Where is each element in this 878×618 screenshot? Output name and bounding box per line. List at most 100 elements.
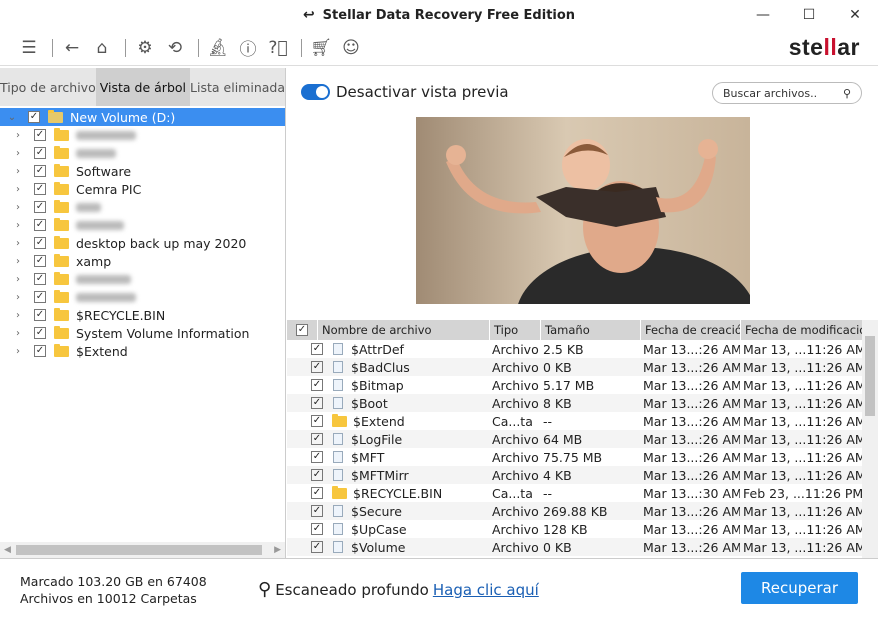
row-checkbox[interactable]: ✓ (311, 379, 323, 391)
tree-node[interactable]: › ✓ Cemra PIC (0, 180, 285, 198)
table-row[interactable]: ✓ $AttrDef Archivo 2.5 KB Mar 13...:26 AM Mar… (287, 340, 878, 358)
tree-node-label: $RECYCLE.BIN (76, 307, 166, 323)
tree-checkbox[interactable]: ✓ (34, 273, 46, 285)
tree-node[interactable]: ⌄ ✓ New Volume (D:) (0, 108, 285, 126)
file-icon (333, 397, 343, 409)
resume-recovery-icon[interactable]: ⟲ (162, 35, 188, 61)
chevron-right-icon[interactable]: › (10, 202, 26, 213)
row-checkbox[interactable]: ✓ (311, 397, 323, 409)
table-row[interactable]: ✓ $RECYCLE.BIN Ca...ta -- Mar 13...:30 AM Feb… (287, 484, 878, 502)
table-row[interactable]: ✓ $Boot Archivo 8 KB Mar 13...:26 AM Mar 13, … (287, 394, 878, 412)
chevron-right-icon[interactable]: › (10, 220, 26, 231)
cart-icon[interactable]: 🛒︎ (308, 35, 334, 61)
column-created[interactable]: Fecha de creación (640, 320, 740, 340)
tree-checkbox[interactable]: ✓ (34, 219, 46, 231)
tab-tree-view[interactable]: Vista de árbol (95, 68, 191, 106)
close-button[interactable]: ✕ (832, 0, 878, 30)
chevron-right-icon[interactable]: › (10, 310, 26, 321)
select-all-checkbox[interactable]: ✓ (296, 324, 308, 336)
tree-checkbox[interactable]: ✓ (34, 201, 46, 213)
info-icon[interactable]: ⓘ (235, 35, 261, 61)
tree-checkbox[interactable]: ✓ (34, 327, 46, 339)
microscope-icon[interactable]: 🔬︎ (205, 35, 231, 61)
tree-node[interactable]: › ✓ (0, 198, 285, 216)
row-checkbox[interactable]: ✓ (311, 415, 323, 427)
table-row[interactable]: ✓ $LogFile Archivo 64 MB Mar 13...:26 AM Mar … (287, 430, 878, 448)
row-checkbox[interactable]: ✓ (311, 343, 323, 355)
tree-node[interactable]: › ✓ (0, 288, 285, 306)
tree-node[interactable]: › ✓ Software (0, 162, 285, 180)
tree-checkbox[interactable]: ✓ (34, 147, 46, 159)
help-icon[interactable]: ?⃝ (265, 35, 291, 61)
table-row[interactable]: ✓ $MFT Archivo 75.75 MB Mar 13...:26 AM Mar 1… (287, 448, 878, 466)
table-row[interactable]: ✓ $UpCase Archivo 128 KB Mar 13...:26 AM Mar … (287, 520, 878, 538)
chevron-right-icon[interactable]: › (10, 130, 26, 141)
tree-checkbox[interactable]: ✓ (34, 345, 46, 357)
search-icon[interactable]: ⚲ (843, 87, 851, 100)
row-checkbox[interactable]: ✓ (311, 487, 323, 499)
row-checkbox[interactable]: ✓ (311, 523, 323, 535)
maximize-button[interactable]: ☐ (786, 0, 832, 30)
tree-node[interactable]: › ✓ (0, 270, 285, 288)
column-name[interactable]: Nombre de archivo (317, 320, 489, 340)
table-row[interactable]: ✓ $MFTMirr Archivo 4 KB Mar 13...:26 AM Mar 1… (287, 466, 878, 484)
home-icon[interactable]: ⌂ (89, 35, 115, 61)
chevron-down-icon[interactable]: ⌄ (4, 112, 20, 123)
back-icon[interactable]: ← (59, 35, 85, 61)
tree-node[interactable]: › ✓ System Volume Information (0, 324, 285, 342)
tree-checkbox[interactable]: ✓ (34, 129, 46, 141)
folder-icon (54, 253, 69, 267)
table-row[interactable]: ✓ $Volume Archivo 0 KB Mar 13...:26 AM Mar 13… (287, 538, 878, 556)
horizontal-scrollbar[interactable]: ◀ ▶ (0, 542, 285, 558)
row-checkbox[interactable]: ✓ (311, 469, 323, 481)
tree-checkbox[interactable]: ✓ (28, 111, 40, 123)
table-row[interactable]: ✓ $Bitmap Archivo 5.17 MB Mar 13...:26 AM Mar… (287, 376, 878, 394)
minimize-button[interactable]: — (740, 0, 786, 30)
tree-checkbox[interactable]: ✓ (34, 255, 46, 267)
recover-button[interactable]: Recuperar (741, 572, 858, 604)
tree-checkbox[interactable]: ✓ (34, 165, 46, 177)
row-checkbox[interactable]: ✓ (311, 451, 323, 463)
chevron-right-icon[interactable]: › (10, 346, 26, 357)
chevron-right-icon[interactable]: › (10, 166, 26, 177)
user-icon[interactable]: ☺ (338, 35, 364, 61)
table-row[interactable]: ✓ $BadClus Archivo 0 KB Mar 13...:26 AM Mar 1… (287, 358, 878, 376)
tree-checkbox[interactable]: ✓ (34, 183, 46, 195)
tab-deleted-list[interactable]: Lista eliminada (190, 68, 285, 106)
tree-node[interactable]: › ✓ xamp (0, 252, 285, 270)
chevron-right-icon[interactable]: › (10, 292, 26, 303)
tree-node[interactable]: › ✓ (0, 126, 285, 144)
file-table: ✓ Nombre de archivo Tipo Tamaño Fecha de… (287, 320, 878, 558)
chevron-right-icon[interactable]: › (10, 274, 26, 285)
preview-toggle[interactable] (301, 84, 330, 100)
tree-checkbox[interactable]: ✓ (34, 237, 46, 249)
tree-node[interactable]: › ✓ (0, 144, 285, 162)
chevron-right-icon[interactable]: › (10, 184, 26, 195)
menu-icon[interactable]: ☰ (16, 35, 42, 61)
tree-checkbox[interactable]: ✓ (34, 309, 46, 321)
tree-node[interactable]: › ✓ $RECYCLE.BIN (0, 306, 285, 324)
row-checkbox[interactable]: ✓ (311, 361, 323, 373)
table-row[interactable]: ✓ $Secure Archivo 269.88 KB Mar 13...:26 AM M… (287, 502, 878, 520)
tree-node[interactable]: › ✓ $Extend (0, 342, 285, 360)
table-row[interactable]: ✓ $Extend Ca...ta -- Mar 13...:26 AM Mar 13, … (287, 412, 878, 430)
vertical-scrollbar[interactable] (862, 320, 878, 558)
row-checkbox[interactable]: ✓ (311, 433, 323, 445)
row-checkbox[interactable]: ✓ (311, 505, 323, 517)
row-checkbox[interactable]: ✓ (311, 541, 323, 553)
search-input[interactable]: Buscar archivos.. ⚲ (712, 82, 862, 104)
chevron-right-icon[interactable]: › (10, 238, 26, 249)
deep-scan-link[interactable]: Haga clic aquí (433, 581, 539, 599)
chevron-right-icon[interactable]: › (10, 256, 26, 267)
tree-node[interactable]: › ✓ desktop back up may 2020 (0, 234, 285, 252)
tree-node[interactable]: › ✓ (0, 216, 285, 234)
chevron-right-icon[interactable]: › (10, 148, 26, 159)
column-size[interactable]: Tamaño (540, 320, 640, 340)
created-date: Mar 13...:26 AM (643, 467, 740, 483)
column-modified[interactable]: Fecha de modificación (740, 320, 862, 340)
gear-icon[interactable]: ⚙ (132, 35, 158, 61)
chevron-right-icon[interactable]: › (10, 328, 26, 339)
tree-checkbox[interactable]: ✓ (34, 291, 46, 303)
tab-file-type[interactable]: Tipo de archivo (0, 68, 96, 106)
column-type[interactable]: Tipo (489, 320, 540, 340)
